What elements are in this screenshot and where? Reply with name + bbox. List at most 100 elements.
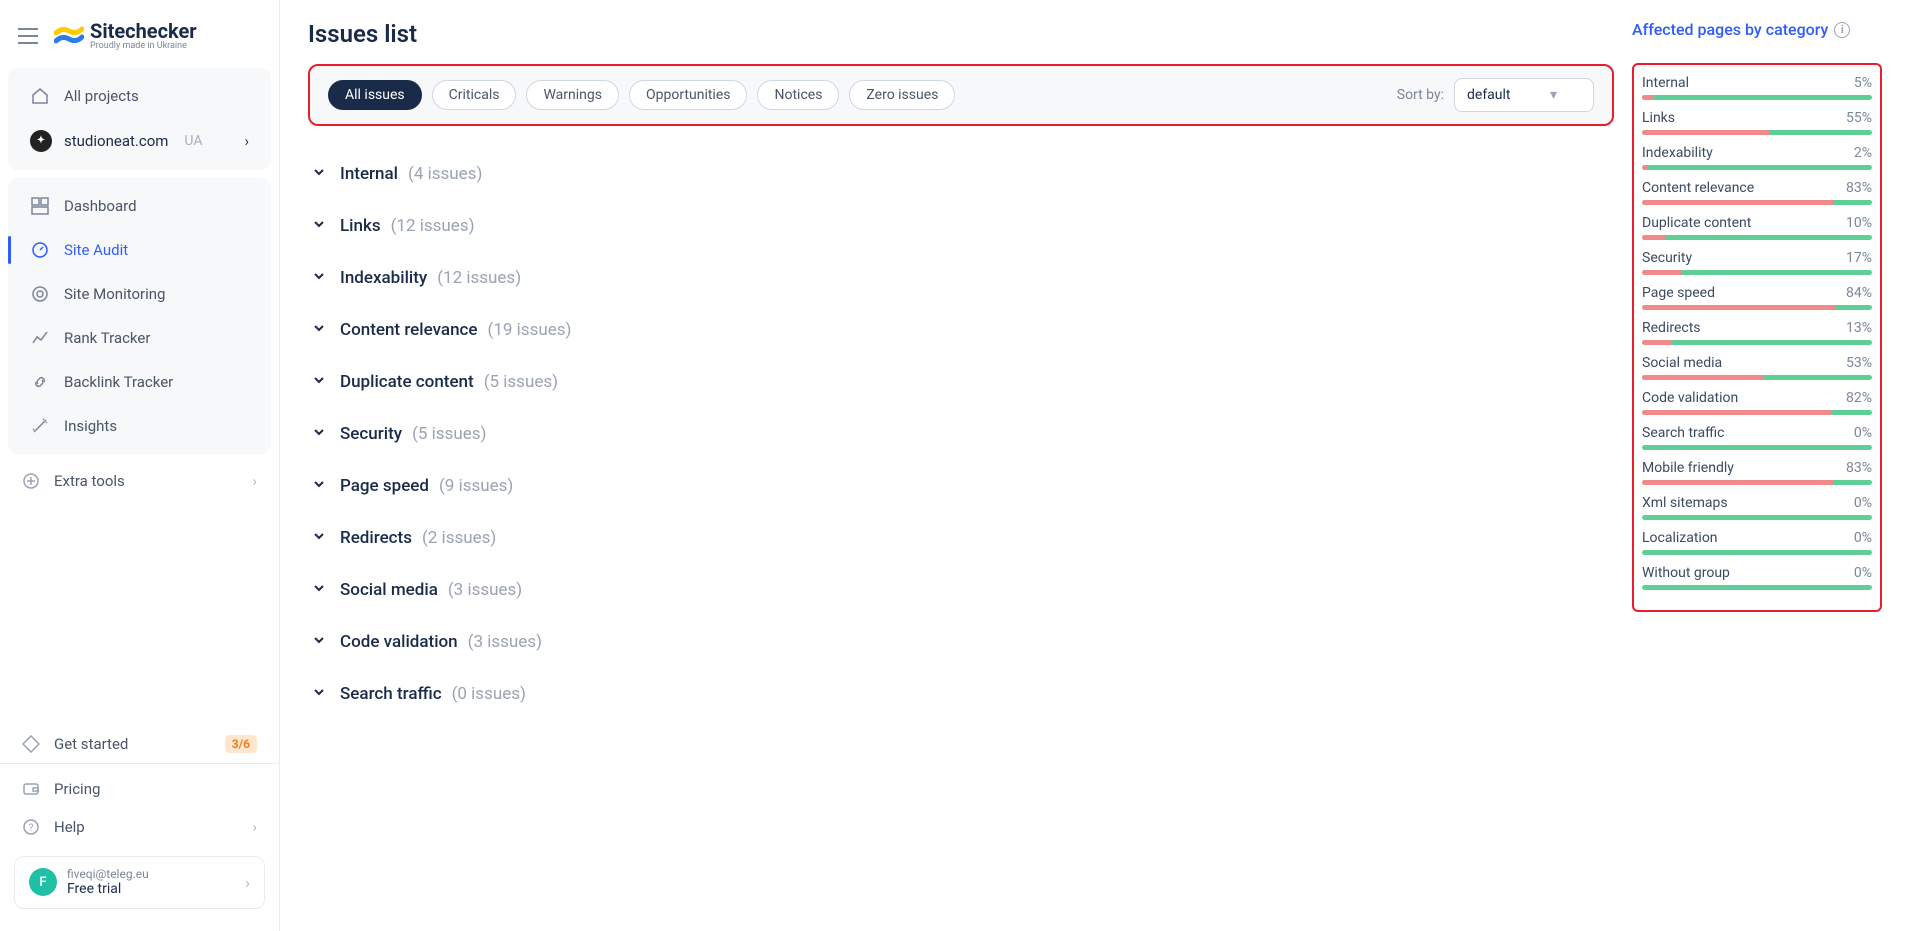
issue-category-name: Social media — [340, 580, 438, 600]
filter-chip-criticals[interactable]: Criticals — [432, 80, 517, 110]
filter-chip-all[interactable]: All issues — [328, 80, 422, 110]
logo-tagline: Proudly made in Ukraine — [90, 42, 197, 52]
issue-category-name: Redirects — [340, 528, 412, 548]
sidebar-item-label: Rank Tracker — [64, 329, 150, 347]
plus-circle-icon — [22, 472, 40, 490]
sidebar-item-all-projects[interactable]: All projects — [16, 74, 263, 118]
sort-select[interactable]: default ▾ — [1454, 78, 1594, 112]
sidebar-item-dashboard[interactable]: Dashboard — [16, 184, 263, 228]
sidebar-item-rank-tracker[interactable]: Rank Tracker — [16, 316, 263, 360]
project-domain: studioneat.com — [64, 132, 168, 150]
category-stat-row: Duplicate content 10% — [1642, 215, 1872, 240]
category-stat-row: Social media 53% — [1642, 355, 1872, 380]
category-percent: 55% — [1846, 110, 1872, 126]
category-stat-row: Content relevance 83% — [1642, 180, 1872, 205]
dashboard-icon — [30, 196, 50, 216]
category-bar — [1642, 165, 1872, 170]
category-bar — [1642, 340, 1872, 345]
issue-count: (9 issues) — [439, 476, 513, 496]
category-percent: 53% — [1846, 355, 1872, 371]
category-percent: 13% — [1846, 320, 1872, 336]
issue-category-row[interactable]: Social media (3 issues) — [308, 564, 1614, 616]
chevron-down-icon — [312, 217, 330, 235]
category-stat-row: Indexability 2% — [1642, 145, 1872, 170]
sidebar-item-insights[interactable]: Insights — [16, 404, 263, 448]
chevron-right-icon: › — [252, 472, 257, 490]
link-icon — [30, 372, 50, 392]
filter-chip-opportunities[interactable]: Opportunities — [629, 80, 748, 110]
issue-category-name: Page speed — [340, 476, 429, 496]
issue-category-name: Security — [340, 424, 402, 444]
avatar: F — [29, 868, 57, 896]
menu-icon[interactable] — [16, 24, 40, 48]
issue-category-row[interactable]: Duplicate content (5 issues) — [308, 356, 1614, 408]
issue-category-row[interactable]: Internal (4 issues) — [308, 148, 1614, 200]
sort-label: Sort by: — [1397, 87, 1444, 103]
category-bar — [1642, 410, 1872, 415]
category-name: Xml sitemaps — [1642, 495, 1728, 511]
sidebar-item-label: Pricing — [54, 780, 100, 798]
issue-category-row[interactable]: Redirects (2 issues) — [308, 512, 1614, 564]
sidebar-item-label: Help — [54, 818, 85, 836]
page-title: Issues list — [308, 20, 1614, 48]
issue-category-row[interactable]: Indexability (12 issues) — [308, 252, 1614, 304]
wallet-icon — [22, 780, 40, 798]
sidebar-item-pricing[interactable]: Pricing — [0, 770, 279, 808]
category-name: Security — [1642, 250, 1692, 266]
info-icon[interactable]: i — [1834, 22, 1850, 38]
issue-category-row[interactable]: Page speed (9 issues) — [308, 460, 1614, 512]
issue-category-name: Links — [340, 216, 381, 236]
filter-chip-zero[interactable]: Zero issues — [849, 80, 955, 110]
sidebar-item-label: All projects — [64, 87, 139, 105]
issue-count: (2 issues) — [422, 528, 496, 548]
chevron-down-icon — [312, 425, 330, 443]
chevron-down-icon — [312, 165, 330, 183]
category-name: Content relevance — [1642, 180, 1754, 196]
category-percent: 0% — [1854, 425, 1872, 441]
issue-category-row[interactable]: Content relevance (19 issues) — [308, 304, 1614, 356]
category-percent: 0% — [1854, 530, 1872, 546]
sidebar-item-site-audit[interactable]: Site Audit — [16, 228, 263, 272]
sidebar-item-help[interactable]: ? Help › — [0, 808, 279, 846]
filter-chip-notices[interactable]: Notices — [757, 80, 839, 110]
sidebar: Sitechecker Proudly made in Ukraine All … — [0, 0, 280, 931]
filter-chip-warnings[interactable]: Warnings — [526, 80, 619, 110]
category-percent: 84% — [1846, 285, 1872, 301]
user-account-card[interactable]: F fiveqi@teleg.eu Free trial › — [14, 856, 265, 909]
sidebar-item-backlink-tracker[interactable]: Backlink Tracker — [16, 360, 263, 404]
issue-category-row[interactable]: Code validation (3 issues) — [308, 616, 1614, 668]
sidebar-item-get-started[interactable]: Get started 3/6 — [0, 725, 279, 763]
issue-category-row[interactable]: Search traffic (0 issues) — [308, 668, 1614, 720]
issue-count: (12 issues) — [391, 216, 475, 236]
logo-mark-icon — [54, 23, 84, 49]
chevron-down-icon — [312, 633, 330, 651]
logo[interactable]: Sitechecker Proudly made in Ukraine — [54, 20, 197, 52]
issue-category-row[interactable]: Security (5 issues) — [308, 408, 1614, 460]
category-bar — [1642, 445, 1872, 450]
chevron-down-icon — [312, 529, 330, 547]
chevron-down-icon — [312, 581, 330, 599]
category-stat-row: Links 55% — [1642, 110, 1872, 135]
sidebar-item-label: Insights — [64, 417, 117, 435]
category-percent: 0% — [1854, 565, 1872, 581]
category-percent: 2% — [1854, 145, 1872, 161]
sidebar-item-label: Site Audit — [64, 241, 128, 259]
category-percent: 83% — [1846, 460, 1872, 476]
issue-count: (4 issues) — [408, 164, 482, 184]
category-name: Redirects — [1642, 320, 1701, 336]
gauge-icon — [30, 240, 50, 260]
sort-value: default — [1467, 87, 1511, 103]
user-email: fiveqi@teleg.eu — [67, 867, 149, 881]
home-icon — [30, 86, 50, 106]
sidebar-item-extra-tools[interactable]: Extra tools › — [0, 462, 279, 500]
category-stat-row: Code validation 82% — [1642, 390, 1872, 415]
issue-category-row[interactable]: Links (12 issues) — [308, 200, 1614, 252]
logo-text: Sitechecker — [90, 20, 197, 42]
category-bar — [1642, 130, 1872, 135]
category-bar — [1642, 585, 1872, 590]
category-name: Without group — [1642, 565, 1730, 581]
chevron-down-icon — [312, 477, 330, 495]
sidebar-project-selector[interactable]: ✦ studioneat.com UA › — [16, 118, 263, 164]
sidebar-item-label: Backlink Tracker — [64, 373, 173, 391]
sidebar-item-site-monitoring[interactable]: Site Monitoring — [16, 272, 263, 316]
